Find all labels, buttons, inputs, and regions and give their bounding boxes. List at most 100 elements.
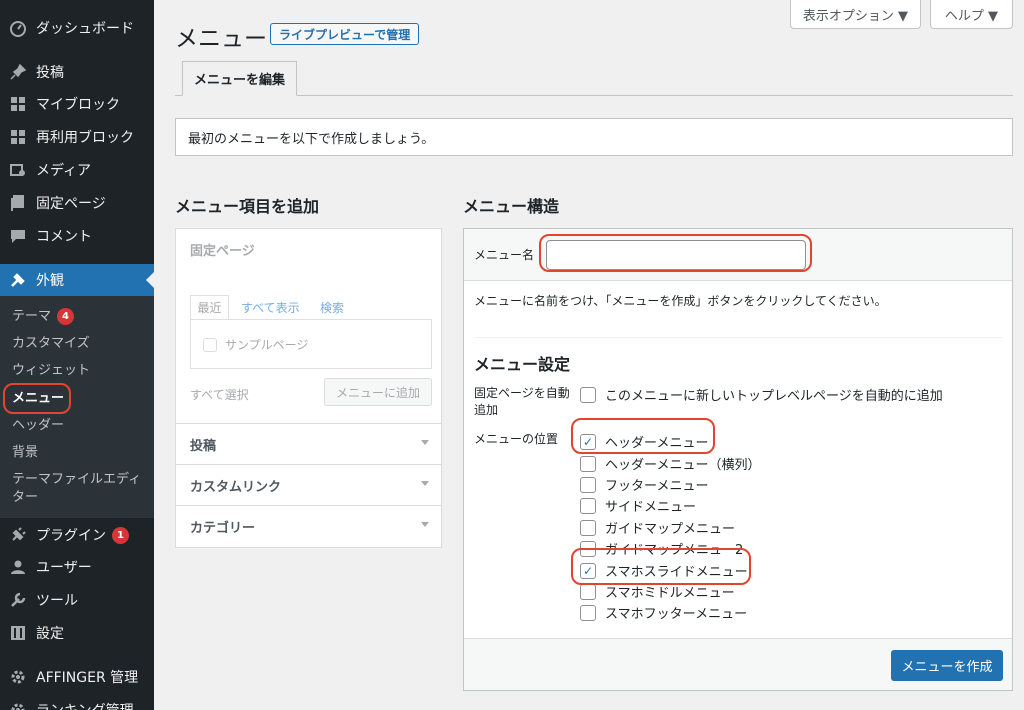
nav-ranking[interactable]: ランキング管理 [0, 694, 154, 710]
user-icon [9, 558, 27, 576]
gear-icon [9, 701, 27, 710]
add-menu-items-heading: メニュー項目を追加 [175, 197, 320, 216]
nav-media[interactable]: メディア [0, 154, 154, 186]
add-to-menu-button[interactable]: メニューに追加 [324, 378, 432, 406]
submenu-background[interactable]: 背景 [12, 444, 38, 462]
menu-name-input[interactable] [546, 240, 806, 270]
location-option[interactable]: ガイドマップメニュー [580, 518, 735, 537]
location-option[interactable]: ✓ ヘッダーメニュー [580, 432, 708, 451]
accordion-custom-links[interactable]: カスタムリンク [176, 464, 441, 505]
create-menu-button[interactable]: メニューを作成 [891, 650, 1003, 681]
location-label: スマホミドルメニュー [605, 586, 735, 601]
accordion-title-label: カスタムリンク [190, 479, 282, 495]
sample-page-checkbox[interactable] [203, 337, 217, 352]
location-option[interactable]: ヘッダーメニュー（横列） [580, 454, 760, 473]
location-checkbox[interactable] [580, 497, 596, 514]
submenu-widgets[interactable]: ウィジェット [12, 362, 90, 380]
submenu-header[interactable]: ヘッダー [12, 417, 64, 435]
nav-plugins[interactable]: プラグイン 1 [0, 519, 154, 551]
submenu-label: テーマファイルエディ [12, 472, 142, 487]
tab-divider [175, 95, 1013, 96]
screen-options-button[interactable]: 表示オプション ▼ [790, 0, 921, 29]
pin-icon [9, 63, 27, 81]
menu-structure-heading: メニュー構造 [463, 197, 560, 216]
menu-structure-panel: メニュー名 メニューに名前をつけ、「メニューを作成」ボタンをクリックしてください… [463, 228, 1013, 691]
nav-posts[interactable]: 投稿 [0, 56, 154, 88]
tab-edit-menus[interactable]: メニューを編集 [182, 61, 297, 96]
location-checkbox[interactable] [580, 455, 596, 472]
media-icon [9, 161, 27, 179]
nav-settings[interactable]: 設定 [0, 617, 154, 649]
submenu-label: テーマ [12, 309, 52, 324]
instruction-text: メニューに名前をつけ、「メニューを作成」ボタンをクリックしてください。 [474, 294, 887, 308]
location-label: ヘッダーメニュー（横列） [605, 458, 761, 473]
auto-add-label-line: 固定ページを自動 [474, 386, 570, 400]
nav-reusable-blocks[interactable]: 再利用ブロック [0, 121, 154, 153]
checked-checkbox[interactable]: ✓ [580, 562, 596, 579]
tab-view-all[interactable]: すべて表示 [241, 295, 300, 319]
nav-affinger[interactable]: AFFINGER 管理 [0, 661, 154, 693]
submenu-menus[interactable]: メニュー [12, 390, 64, 408]
nav-label: ランキング管理 [36, 700, 134, 710]
location-option[interactable]: スマホミドルメニュー [580, 582, 735, 601]
chevron-down-icon [421, 440, 429, 445]
auto-add-checkbox[interactable] [580, 386, 596, 403]
nav-tools[interactable]: ツール [0, 584, 154, 616]
accordion-title-label: カテゴリー [190, 520, 256, 536]
comment-icon [9, 227, 27, 245]
admin-sidebar: ダッシュボード 投稿 マイブロック 再利用ブロック メディア 固定ページ コメン… [0, 0, 154, 710]
location-label: ヘッダーメニュー [605, 436, 709, 451]
live-preview-button[interactable]: ライブプレビューで管理 [270, 23, 420, 45]
location-label: フッターメニュー [605, 479, 709, 494]
nav-label: 再利用ブロック [36, 130, 134, 146]
nav-label: ツール [36, 593, 78, 609]
divider [474, 337, 1002, 338]
tab-search[interactable]: 検索 [320, 295, 344, 319]
nav-label: 設定 [36, 626, 64, 642]
menu-location-label: メニューの位置 [474, 432, 559, 446]
help-button[interactable]: ヘルプ ▼ [930, 0, 1013, 29]
nav-comments[interactable]: コメント [0, 220, 154, 252]
auto-add-label-line: 追加 [474, 403, 499, 417]
nav-label: マイブロック [36, 97, 120, 113]
location-option[interactable]: サイドメニュー [580, 496, 696, 515]
location-option[interactable]: フッターメニュー [580, 475, 708, 494]
location-checkbox[interactable] [580, 583, 596, 600]
nav-label: プラグイン [36, 528, 106, 544]
menu-settings-heading: メニュー設定 [474, 355, 571, 374]
submenu-customize[interactable]: カスタマイズ [12, 335, 90, 353]
blocks-icon [9, 128, 27, 146]
chevron-down-icon [421, 481, 429, 486]
location-checkbox[interactable] [580, 476, 596, 493]
tab-most-recent[interactable]: 最近 [190, 295, 229, 319]
location-checkbox[interactable] [580, 540, 596, 557]
notice-box: 最初のメニューを以下で作成しましょう。 [175, 118, 1013, 156]
location-checkbox[interactable] [580, 604, 596, 621]
nav-label: コメント [36, 229, 92, 245]
nav-appearance[interactable]: 外観 [0, 264, 154, 296]
menu-name-label: メニュー名 [474, 248, 535, 262]
appearance-submenu: テーマ 4 カスタマイズ ウィジェット メニュー ヘッダー 背景 テーマファイルエ… [0, 296, 154, 518]
nav-users[interactable]: ユーザー [0, 551, 154, 583]
nav-dashboard[interactable]: ダッシュボード [0, 12, 154, 44]
nav-label: メディア [36, 163, 92, 179]
nav-label: AFFINGER 管理 [36, 670, 139, 686]
accordion-posts[interactable]: 投稿 [176, 423, 441, 464]
select-all-link[interactable]: すべて選択 [190, 386, 249, 403]
nav-my-blocks[interactable]: マイブロック [0, 88, 154, 120]
location-option[interactable]: ガイドマップメニュー2 [580, 539, 743, 558]
submenu-themes[interactable]: テーマ 4 [12, 308, 75, 326]
auto-add-label: 固定ページを自動 追加 [474, 385, 570, 419]
sample-page-option[interactable]: サンプルページ [203, 336, 308, 353]
submenu-theme-file-editor[interactable]: テーマファイルエディ ター [12, 471, 141, 507]
notice-text: 最初のメニューを以下で作成しましょう。 [188, 131, 435, 147]
accordion-pages-title[interactable]: 固定ページ [176, 229, 441, 270]
accordion-categories[interactable]: カテゴリー [176, 505, 441, 546]
checked-checkbox[interactable]: ✓ [580, 433, 596, 450]
auto-add-option[interactable]: このメニューに新しいトップレベルページを自動的に追加 [580, 385, 943, 404]
location-checkbox[interactable] [580, 519, 596, 536]
nav-pages[interactable]: 固定ページ [0, 187, 154, 219]
location-label: スマホスライドメニュー [605, 565, 748, 580]
location-option[interactable]: ✓ スマホスライドメニュー [580, 561, 748, 580]
location-option[interactable]: スマホフッターメニュー [580, 603, 747, 622]
